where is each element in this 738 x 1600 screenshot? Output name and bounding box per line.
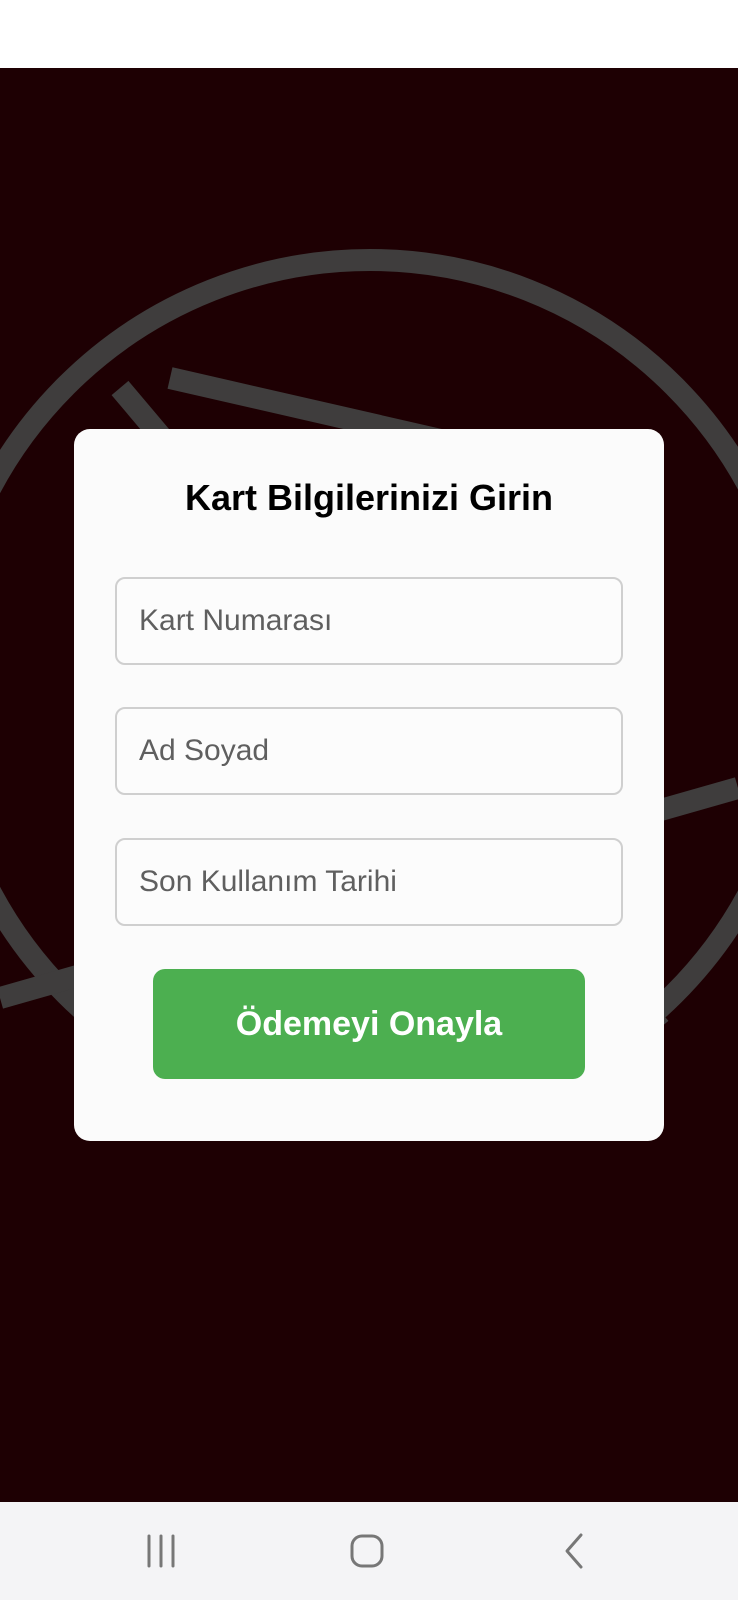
recent-apps-icon: [147, 1534, 175, 1568]
expiry-date-input[interactable]: [115, 838, 623, 926]
card-number-input[interactable]: [115, 577, 623, 665]
full-name-input[interactable]: [115, 707, 623, 795]
modal-title: Kart Bilgilerinizi Girin: [184, 477, 554, 518]
system-navigation-bar: [0, 1502, 738, 1600]
card-info-modal: Kart Bilgilerinizi Girin Ödemeyi Onayla: [74, 429, 664, 1141]
home-icon: [350, 1534, 384, 1568]
confirm-payment-button[interactable]: Ödemeyi Onayla: [153, 969, 585, 1079]
status-bar: [0, 0, 738, 68]
back-icon: [565, 1533, 583, 1569]
back-button[interactable]: [535, 1516, 615, 1586]
home-button[interactable]: [327, 1516, 407, 1586]
recent-apps-button[interactable]: [121, 1516, 201, 1586]
